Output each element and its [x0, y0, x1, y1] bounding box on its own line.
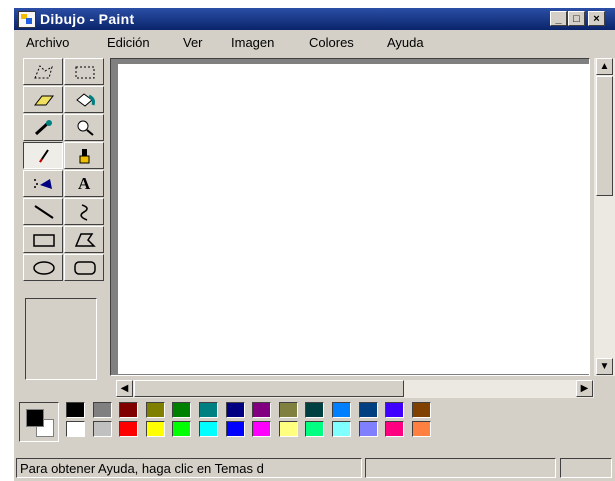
- pencil-icon: [39, 149, 49, 163]
- palette-swatch[interactable]: [225, 421, 245, 437]
- fill-bucket-icon: [76, 93, 95, 107]
- menu-bar: Archivo Edición Ver Imagen Colores Ayuda: [14, 32, 615, 52]
- color-palette: [14, 400, 615, 450]
- palette-swatch[interactable]: [225, 402, 245, 418]
- palette-swatch[interactable]: [332, 402, 351, 418]
- menu-edicion[interactable]: Edición: [107, 35, 150, 50]
- status-help-panel: Para obtener Ayuda, haga clic en Temas d: [16, 458, 362, 478]
- status-bar: Para obtener Ayuda, haga clic en Temas d: [14, 455, 615, 481]
- palette-swatch[interactable]: [411, 421, 431, 437]
- palette-swatch[interactable]: [278, 421, 298, 437]
- palette-swatch[interactable]: [278, 402, 298, 418]
- ellipse-icon: [33, 261, 55, 275]
- palette-swatch[interactable]: [305, 402, 325, 418]
- tool-eraser[interactable]: [23, 86, 63, 113]
- magnifier-icon: [77, 120, 94, 136]
- rect-select-icon: [75, 66, 95, 79]
- current-colors[interactable]: [19, 402, 59, 442]
- scroll-left-button[interactable]: ◀: [116, 380, 133, 397]
- scroll-right-button[interactable]: ▶: [576, 380, 593, 397]
- menu-ver[interactable]: Ver: [183, 35, 203, 50]
- palette-swatch[interactable]: [66, 421, 85, 437]
- tool-text[interactable]: A: [64, 170, 104, 197]
- palette-swatch[interactable]: [332, 421, 351, 437]
- tool-rectangle[interactable]: [23, 226, 63, 253]
- menu-imagen[interactable]: Imagen: [231, 35, 274, 50]
- palette-swatch[interactable]: [252, 421, 272, 437]
- palette-swatch[interactable]: [172, 421, 192, 437]
- tool-brush[interactable]: [64, 142, 104, 169]
- menu-ayuda[interactable]: Ayuda: [387, 35, 424, 50]
- tool-rounded-rectangle[interactable]: [64, 254, 104, 281]
- palette-swatch[interactable]: [385, 402, 405, 418]
- free-select-icon: [34, 65, 53, 79]
- palette-swatch[interactable]: [172, 402, 192, 418]
- airbrush-icon: [34, 179, 52, 189]
- maximize-button[interactable]: □: [568, 11, 585, 26]
- palette-swatch[interactable]: [411, 402, 431, 418]
- vertical-scrollbar[interactable]: ▲ ▼: [594, 58, 615, 376]
- brush-icon: [79, 149, 90, 164]
- tool-fill[interactable]: [64, 86, 104, 113]
- status-size-panel: [560, 458, 612, 478]
- text-icon: A: [78, 174, 91, 193]
- window-title: Dibujo - Paint: [40, 11, 135, 27]
- polygon-icon: [74, 233, 96, 247]
- palette-swatch[interactable]: [92, 402, 112, 418]
- close-button[interactable]: ×: [588, 11, 605, 26]
- tool-airbrush[interactable]: [23, 170, 63, 197]
- foreground-color-box[interactable]: [26, 409, 44, 427]
- palette-swatch[interactable]: [305, 421, 325, 437]
- title-bar[interactable]: Dibujo - Paint _ □ ×: [14, 8, 615, 30]
- tool-pick-color[interactable]: [23, 114, 63, 141]
- curve-icon: [80, 204, 88, 221]
- horizontal-scrollbar[interactable]: ◀ ▶: [116, 380, 594, 398]
- paint-app-icon[interactable]: [18, 11, 36, 28]
- palette-swatch[interactable]: [145, 402, 165, 418]
- status-position-panel: [365, 458, 556, 478]
- tool-curve[interactable]: [64, 198, 104, 225]
- palette-swatch[interactable]: [358, 421, 378, 437]
- tool-line[interactable]: [23, 198, 63, 225]
- line-icon: [34, 205, 54, 219]
- tool-options-box[interactable]: [25, 298, 97, 380]
- palette-swatch[interactable]: [119, 421, 139, 437]
- paint-window: Dibujo - Paint _ □ × Archivo Edición Ver…: [14, 8, 615, 481]
- horizontal-scroll-thumb[interactable]: [134, 380, 404, 397]
- tool-polygon[interactable]: [64, 226, 104, 253]
- palette-swatch[interactable]: [385, 421, 405, 437]
- palette-swatch[interactable]: [145, 421, 165, 437]
- palette-swatch[interactable]: [92, 421, 112, 437]
- palette-swatch[interactable]: [358, 402, 378, 418]
- scroll-down-button[interactable]: ▼: [596, 358, 613, 375]
- menu-archivo[interactable]: Archivo: [26, 35, 69, 50]
- tool-free-form-select[interactable]: [23, 58, 63, 85]
- eyedropper-icon: [34, 120, 52, 136]
- palette-swatch[interactable]: [119, 402, 139, 418]
- palette-swatch[interactable]: [199, 402, 218, 418]
- rounded-rect-icon: [74, 261, 96, 275]
- menu-colores[interactable]: Colores: [309, 35, 354, 50]
- drawing-canvas[interactable]: [118, 64, 590, 374]
- rectangle-icon: [33, 234, 55, 247]
- tool-pencil[interactable]: [23, 142, 63, 169]
- palette-swatch[interactable]: [252, 402, 272, 418]
- palette-swatch[interactable]: [66, 402, 85, 418]
- tool-ellipse[interactable]: [23, 254, 63, 281]
- scroll-up-button[interactable]: ▲: [596, 58, 613, 75]
- palette-swatch[interactable]: [199, 421, 218, 437]
- eraser-icon: [33, 95, 55, 106]
- vertical-scroll-thumb[interactable]: [596, 76, 613, 196]
- tool-magnifier[interactable]: [64, 114, 104, 141]
- status-help-text: Para obtener Ayuda, haga clic en Temas d: [20, 461, 264, 476]
- tool-select[interactable]: [64, 58, 104, 85]
- minimize-button[interactable]: _: [550, 11, 567, 26]
